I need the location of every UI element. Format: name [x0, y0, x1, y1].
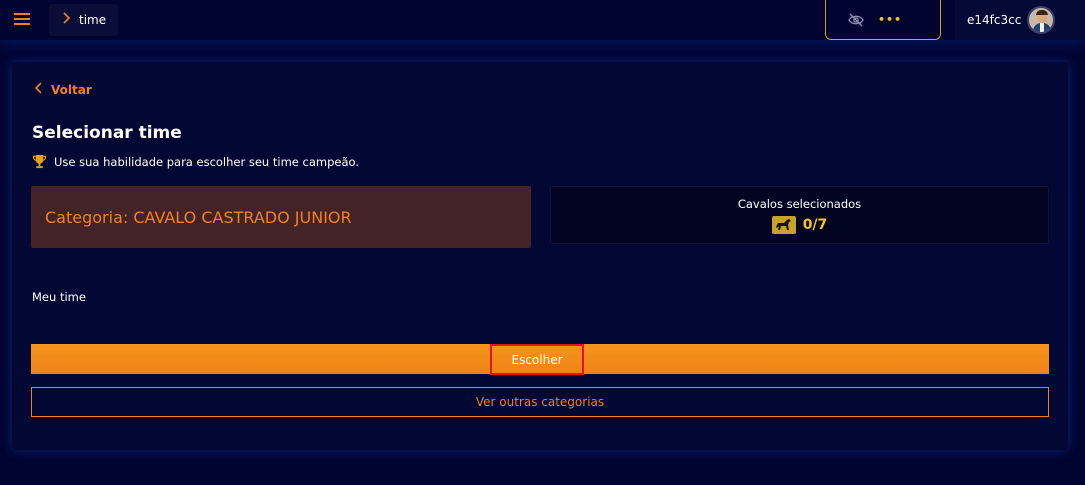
category-label: Categoria: CAVALO CASTRADO JUNIOR [45, 207, 352, 227]
horse-icon [771, 216, 796, 234]
selected-label: Cavalos selecionados [737, 197, 862, 211]
selected-count: 0/7 [802, 217, 828, 233]
choose-button-label: Escolher [490, 344, 584, 375]
chevron-left-icon [34, 82, 42, 98]
top-bar: time ••• e14fc3cc [0, 0, 1085, 40]
username: e14fc3cc [967, 13, 1022, 27]
breadcrumb-label: time [79, 13, 107, 27]
menu-icon[interactable] [14, 12, 32, 28]
choose-button[interactable]: Escolher [31, 344, 1049, 375]
user-menu[interactable]: e14fc3cc [955, 0, 1085, 40]
balance-toggle[interactable]: ••• [825, 0, 941, 40]
page-subtitle: Use sua habilidade para escolher seu tim… [32, 154, 359, 169]
page-title: Selecionar time [32, 123, 182, 143]
back-link[interactable]: Voltar [34, 82, 92, 98]
subtitle-text: Use sua habilidade para escolher seu tim… [54, 154, 359, 169]
trophy-icon [32, 154, 47, 169]
category-banner: Categoria: CAVALO CASTRADO JUNIOR [31, 186, 531, 248]
avatar[interactable] [1027, 6, 1056, 34]
back-label: Voltar [51, 83, 92, 97]
breadcrumb[interactable]: time [49, 4, 118, 36]
selected-counter: 0/7 [551, 216, 1048, 234]
balance-value: ••• [878, 13, 903, 26]
eye-off-icon[interactable] [848, 13, 864, 27]
other-categories-button[interactable]: Ver outras categorias [31, 387, 1049, 417]
select-team-card: Voltar Selecionar time Use sua habilidad… [12, 62, 1068, 450]
my-team-label: Meu time [32, 290, 86, 304]
selected-horses-panel: Cavalos selecionados 0/7 [550, 186, 1049, 244]
chevron-right-icon [63, 12, 71, 28]
